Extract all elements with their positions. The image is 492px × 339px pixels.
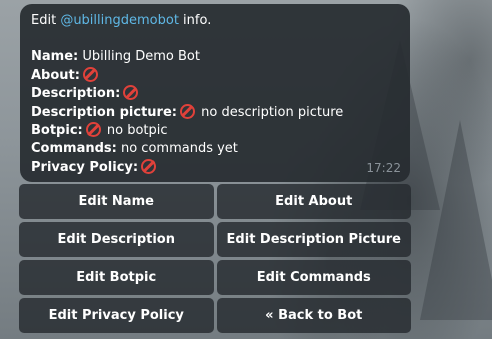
edit-description-picture-button[interactable]: Edit Description Picture	[216, 222, 411, 257]
edit-name-button[interactable]: Edit Name	[19, 184, 214, 219]
back-to-bot-button[interactable]: « Back to Bot	[216, 298, 411, 333]
field-privacy-policy: Privacy Policy:	[31, 158, 400, 177]
field-label: Description picture:	[31, 104, 177, 120]
message-timestamp: 17:22	[366, 160, 401, 175]
field-description: Description:	[31, 85, 400, 103]
bot-message-bubble: Edit @ubillingdemobot info. Name: Ubilli…	[20, 4, 410, 182]
keyboard-row: Edit Name Edit About	[19, 184, 411, 219]
keyboard-row: Edit Privacy Policy « Back to Bot	[19, 298, 411, 333]
bot-mention-link[interactable]: @ubillingdemobot	[60, 13, 179, 28]
field-value: no botpic	[106, 123, 168, 139]
prohibited-icon	[123, 85, 139, 101]
field-label: Description:	[31, 86, 121, 102]
edit-about-button[interactable]: Edit About	[216, 184, 411, 219]
field-commands: Commands: no commands yet	[31, 140, 400, 158]
message-header: Edit @ubillingdemobot info.	[31, 13, 212, 28]
field-value: no commands yet	[120, 141, 238, 157]
field-label: Commands:	[31, 141, 117, 157]
prohibited-icon	[82, 66, 98, 82]
background-tree-shape	[420, 120, 492, 320]
edit-privacy-policy-button[interactable]: Edit Privacy Policy	[19, 298, 214, 333]
prohibited-icon	[141, 158, 157, 174]
field-label: Botpic:	[31, 123, 83, 139]
edit-commands-button[interactable]: Edit Commands	[216, 260, 411, 295]
prohibited-icon	[179, 103, 195, 119]
edit-description-button[interactable]: Edit Description	[19, 222, 214, 257]
field-value: Ubilling Demo Bot	[82, 49, 200, 65]
prohibited-icon	[85, 122, 101, 138]
keyboard-row: Edit Botpic Edit Commands	[19, 260, 411, 295]
field-about: About:	[31, 66, 400, 85]
edit-botpic-button[interactable]: Edit Botpic	[19, 260, 214, 295]
field-label: Privacy Policy:	[31, 159, 139, 175]
field-label: Name:	[31, 49, 79, 65]
field-name: Name: Ubilling Demo Bot	[31, 48, 400, 66]
field-label: About:	[31, 67, 80, 83]
field-description-picture: Description picture: no description pict…	[31, 103, 400, 122]
field-botpic: Botpic: no botpic	[31, 122, 400, 140]
field-value: no description picture	[201, 104, 344, 120]
inline-keyboard: Edit Name Edit About Edit Description Ed…	[19, 184, 411, 336]
keyboard-row: Edit Description Edit Description Pictur…	[19, 222, 411, 257]
